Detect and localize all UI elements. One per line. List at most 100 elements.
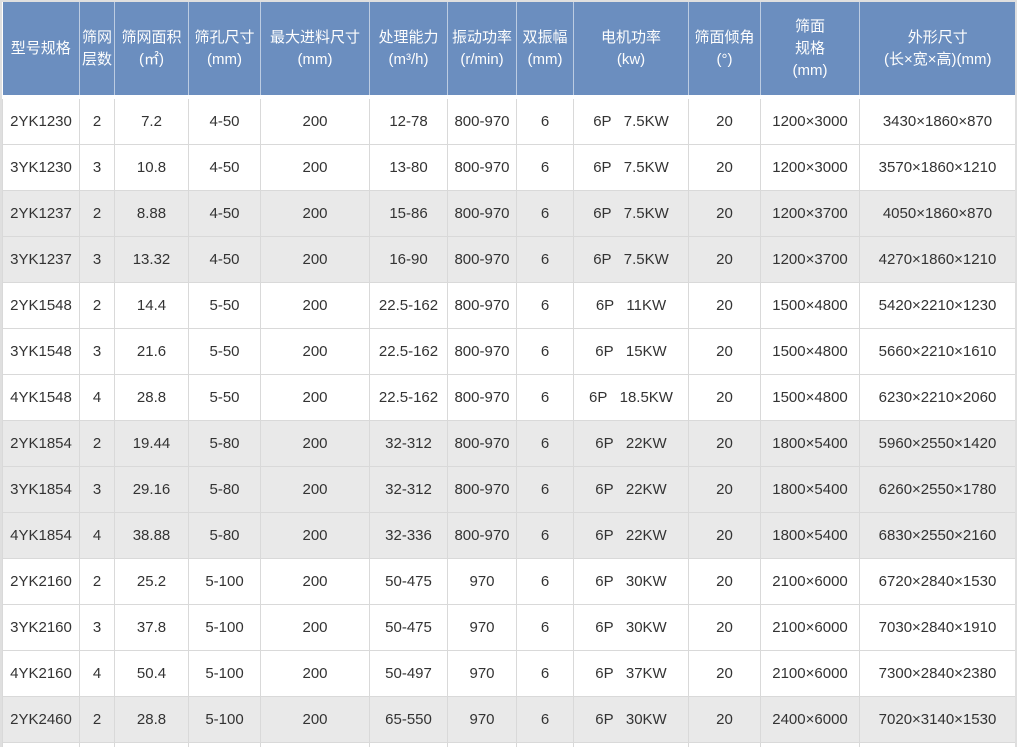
cell-motor-power: 6P 11KW [574, 283, 689, 329]
cell-vibration: 800-970 [448, 191, 517, 237]
cell-layers: 2 [80, 559, 115, 605]
cell-model: 2YK1854 [3, 421, 80, 467]
cell-screen-area: 8.88 [115, 191, 189, 237]
cell-max-feed: 200 [261, 651, 370, 697]
cell-max-feed: 200 [261, 237, 370, 283]
table-row: 3YK2160337.85-10020050-47597066P 30KW202… [3, 605, 1016, 651]
product-spec-page: 型号规格筛网 层数筛网面积 (㎡)筛孔尺寸 (mm)最大进料尺寸 (mm)处理能… [0, 0, 1017, 747]
cell-hole-size: 4-50 [189, 191, 261, 237]
cell-incline: 20 [689, 145, 761, 191]
cell-capacity: 50-475 [370, 605, 448, 651]
cell-screen-area: 10.8 [115, 145, 189, 191]
cell-model: 2YK2160 [3, 559, 80, 605]
cell-screen-size: 1500×4800 [761, 329, 860, 375]
cell-vibration: 970 [448, 651, 517, 697]
cell-layers: 4 [80, 375, 115, 421]
cell-hole-size: 5-50 [189, 329, 261, 375]
cell-overall-size: 3430×1860×870 [860, 97, 1016, 145]
cell-empty [761, 743, 860, 747]
cell-motor-power: 6P 7.5KW [574, 191, 689, 237]
table-row: 2YK1548214.45-5020022.5-162800-97066P 11… [3, 283, 1016, 329]
cell-empty [80, 743, 115, 747]
cell-model: 4YK1548 [3, 375, 80, 421]
cell-incline: 20 [689, 329, 761, 375]
cell-hole-size: 4-50 [189, 97, 261, 145]
cell-amplitude: 6 [517, 237, 574, 283]
cell-screen-area: 14.4 [115, 283, 189, 329]
cell-max-feed: 200 [261, 467, 370, 513]
cell-screen-area: 28.8 [115, 697, 189, 743]
col-header-incline: 筛面倾角 (°) [689, 2, 761, 97]
cell-motor-power: 6P 7.5KW [574, 145, 689, 191]
table-row: 3YK1854329.165-8020032-312800-97066P 22K… [3, 467, 1016, 513]
cell-motor-power: 6P 37KW [574, 651, 689, 697]
cell-overall-size: 7030×2840×1910 [860, 605, 1016, 651]
cell-model: 3YK1237 [3, 237, 80, 283]
cell-hole-size: 4-50 [189, 237, 261, 283]
cell-overall-size: 7300×2840×2380 [860, 651, 1016, 697]
cell-max-feed: 200 [261, 697, 370, 743]
cell-max-feed: 200 [261, 421, 370, 467]
cell-hole-size: 5-50 [189, 283, 261, 329]
cell-screen-size: 1800×5400 [761, 513, 860, 559]
cell-empty [3, 743, 80, 747]
cell-motor-power: 6P 7.5KW [574, 237, 689, 283]
cell-motor-power: 6P 18.5KW [574, 375, 689, 421]
cell-model: 3YK1854 [3, 467, 80, 513]
cell-vibration: 800-970 [448, 283, 517, 329]
cell-hole-size: 5-100 [189, 605, 261, 651]
cell-amplitude: 6 [517, 697, 574, 743]
cell-amplitude: 6 [517, 651, 574, 697]
col-header-vibration: 振动功率 (r/min) [448, 2, 517, 97]
cell-capacity: 50-475 [370, 559, 448, 605]
cell-vibration: 800-970 [448, 375, 517, 421]
col-header-hole-size: 筛孔尺寸 (mm) [189, 2, 261, 97]
cell-screen-area: 21.6 [115, 329, 189, 375]
cell-vibration: 800-970 [448, 145, 517, 191]
cell-max-feed: 200 [261, 375, 370, 421]
cell-max-feed: 200 [261, 329, 370, 375]
cell-motor-power: 6P 30KW [574, 605, 689, 651]
cell-empty [189, 743, 261, 747]
cell-screen-size: 1200×3700 [761, 237, 860, 283]
cell-amplitude: 6 [517, 559, 574, 605]
cell-motor-power: 6P 30KW [574, 697, 689, 743]
cell-screen-area: 37.8 [115, 605, 189, 651]
cell-amplitude: 6 [517, 375, 574, 421]
cell-empty [370, 743, 448, 747]
cell-layers: 2 [80, 421, 115, 467]
cell-screen-area: 50.4 [115, 651, 189, 697]
cell-layers: 4 [80, 513, 115, 559]
cell-incline: 20 [689, 375, 761, 421]
cell-capacity: 15-86 [370, 191, 448, 237]
cell-hole-size: 5-100 [189, 559, 261, 605]
cell-capacity: 22.5-162 [370, 283, 448, 329]
cell-amplitude: 6 [517, 283, 574, 329]
cell-screen-area: 38.88 [115, 513, 189, 559]
cell-vibration: 800-970 [448, 329, 517, 375]
col-header-amplitude: 双振幅 (mm) [517, 2, 574, 97]
cell-incline: 20 [689, 283, 761, 329]
cell-screen-size: 1800×5400 [761, 467, 860, 513]
cell-overall-size: 6720×2840×1530 [860, 559, 1016, 605]
cell-amplitude: 6 [517, 329, 574, 375]
table-row: 3YK1237313.324-5020016-90800-97066P 7.5K… [3, 237, 1016, 283]
cell-incline: 20 [689, 237, 761, 283]
cell-amplitude: 6 [517, 513, 574, 559]
cell-vibration: 970 [448, 697, 517, 743]
table-body: 2YK123027.24-5020012-78800-97066P 7.5KW2… [3, 97, 1016, 747]
cell-layers: 3 [80, 145, 115, 191]
cell-layers: 2 [80, 697, 115, 743]
cell-hole-size: 5-80 [189, 467, 261, 513]
cell-vibration: 800-970 [448, 421, 517, 467]
cell-model: 2YK1237 [3, 191, 80, 237]
cell-overall-size: 5420×2210×1230 [860, 283, 1016, 329]
cell-incline: 20 [689, 191, 761, 237]
cell-capacity: 22.5-162 [370, 375, 448, 421]
cell-hole-size: 5-100 [189, 651, 261, 697]
cell-overall-size: 4270×1860×1210 [860, 237, 1016, 283]
cell-overall-size: 5960×2550×1420 [860, 421, 1016, 467]
cell-max-feed: 200 [261, 97, 370, 145]
cell-empty [574, 743, 689, 747]
cell-overall-size: 6830×2550×2160 [860, 513, 1016, 559]
